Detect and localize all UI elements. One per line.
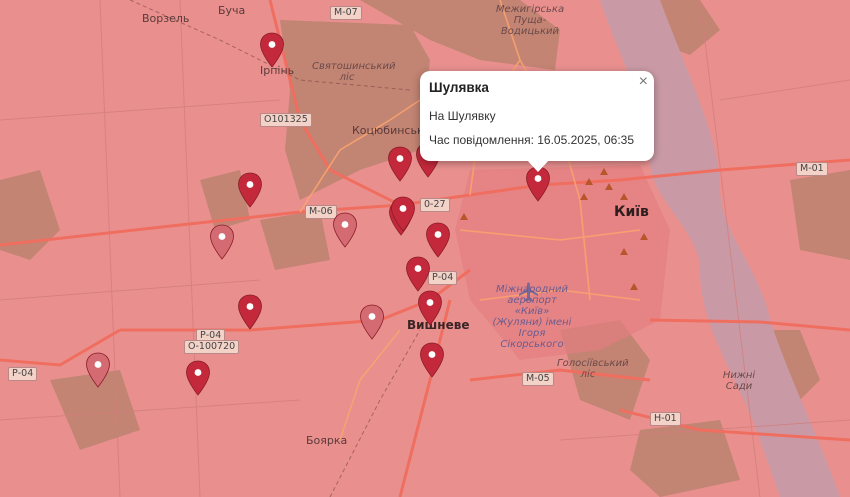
popup-close-button[interactable]: ×	[639, 74, 648, 90]
marker-vyshneve-1[interactable]	[405, 256, 431, 292]
marker-vyshneve-3[interactable]	[419, 342, 445, 378]
road-shield-p04-b: Р-04	[8, 367, 38, 381]
road-shield-r27: 0-27	[420, 198, 450, 212]
road-shield-m05: М-05	[522, 372, 554, 386]
place-label-boiarka: Боярка	[306, 434, 348, 447]
map-pin-icon	[260, 32, 284, 68]
marker-kotsiubynske[interactable]	[387, 146, 413, 182]
map-pin-icon	[406, 256, 430, 292]
marker-far-west-1[interactable]	[359, 304, 385, 340]
road-shield-o101325: О101325	[260, 113, 312, 127]
popup-time: Час повідомлення: 16.05.2025, 06:35	[429, 133, 634, 147]
map-pin-icon	[86, 352, 110, 388]
place-label-nyzhni-sady: Нижні Сади	[722, 370, 756, 392]
place-label-kotsiubynske: Коцюбинське	[352, 124, 431, 137]
map-pin-icon	[420, 342, 444, 378]
map-pin-icon	[333, 212, 357, 248]
popup-description: На Шулявку	[429, 109, 496, 123]
marker-boiarka[interactable]	[185, 360, 211, 396]
marker-irpin[interactable]	[259, 32, 285, 68]
map-pin-icon	[391, 196, 415, 232]
place-label-mezhyhirska: Межигірська Пуща-Водицький	[495, 4, 565, 37]
place-label-holosiivskyi: Голосіївський ліс	[557, 358, 629, 380]
marker-center-4[interactable]	[425, 222, 451, 258]
place-label-kyiv: Київ	[614, 204, 649, 220]
marker-center-1[interactable]	[332, 212, 358, 248]
marker-west-2[interactable]	[209, 224, 235, 260]
place-label-vorzel: Ворзель	[142, 12, 190, 25]
map-pin-icon	[186, 360, 210, 396]
marker-far-west-2[interactable]	[85, 352, 111, 388]
marker-center-3[interactable]	[390, 196, 416, 232]
map-pin-icon	[360, 304, 384, 340]
map-pin-icon	[238, 172, 262, 208]
marker-southwest[interactable]	[237, 294, 263, 330]
road-shield-m01: М-01	[796, 162, 828, 176]
marker-west-1[interactable]	[237, 172, 263, 208]
road-shield-o100720: О-100720	[184, 340, 240, 354]
map-pin-icon	[238, 294, 262, 330]
road-shield-m07: М-07	[330, 6, 362, 20]
place-label-bucha: Буча	[218, 4, 246, 17]
popup-title: Шулявка	[429, 80, 489, 95]
map-view[interactable]: Ворзель Буча Ірпінь Святошинський ліс Ко…	[0, 0, 850, 497]
map-pin-icon	[388, 146, 412, 182]
info-popup: Шулявка На Шулявку Час повідомлення: 16.…	[420, 71, 654, 172]
popup-tip	[526, 159, 550, 172]
map-pin-icon	[418, 290, 442, 326]
place-label-sviatoshynskyi-forest: Святошинський ліс	[312, 61, 396, 83]
map-pin-icon	[210, 224, 234, 260]
road-shield-p04-c: Р-04	[428, 271, 458, 285]
map-pin-icon	[426, 222, 450, 258]
place-label-airport: Міжнародний аеропорт «Київ» (Жуляни) іме…	[492, 284, 572, 350]
marker-vyshneve-2[interactable]	[417, 290, 443, 326]
road-shield-n01: Н-01	[650, 412, 681, 426]
